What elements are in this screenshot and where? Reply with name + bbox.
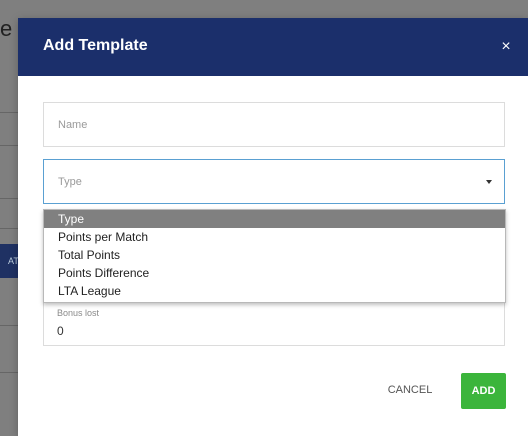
type-select-value: Type xyxy=(58,176,82,188)
bonus-lost-field[interactable]: Bonus lost 0 xyxy=(43,296,505,346)
background-divider xyxy=(0,145,18,146)
name-input[interactable] xyxy=(44,103,504,146)
background-divider xyxy=(0,198,18,199)
close-button[interactable]: × xyxy=(494,35,518,59)
background-divider xyxy=(0,228,18,229)
background-divider xyxy=(0,325,18,326)
bonus-lost-label: Bonus lost xyxy=(57,308,100,318)
dropdown-option-lta-league[interactable]: LTA League xyxy=(44,282,505,300)
background-divider xyxy=(0,372,18,373)
background-toolbar-fragment: AT xyxy=(0,244,19,278)
dropdown-option-points-per-match[interactable]: Points per Match xyxy=(44,228,505,246)
cancel-button[interactable]: CANCEL xyxy=(370,374,450,406)
dropdown-option-points-difference[interactable]: Points Difference xyxy=(44,264,505,282)
background-heading-fragment: e xyxy=(0,16,13,41)
dropdown-option-total-points[interactable]: Total Points xyxy=(44,246,505,264)
add-button[interactable]: ADD xyxy=(461,373,506,409)
background-divider xyxy=(0,112,18,113)
bonus-lost-value[interactable]: 0 xyxy=(57,324,64,338)
caret-down-icon xyxy=(486,180,492,184)
type-select[interactable]: Type xyxy=(43,159,505,204)
dialog-header: Add Template × xyxy=(18,18,528,76)
dialog-title: Add Template xyxy=(43,37,148,54)
dropdown-option-type[interactable]: Type xyxy=(44,210,505,228)
close-icon: × xyxy=(501,38,511,55)
name-field[interactable] xyxy=(43,102,505,147)
type-dropdown-list: Type Points per Match Total Points Point… xyxy=(43,209,506,303)
